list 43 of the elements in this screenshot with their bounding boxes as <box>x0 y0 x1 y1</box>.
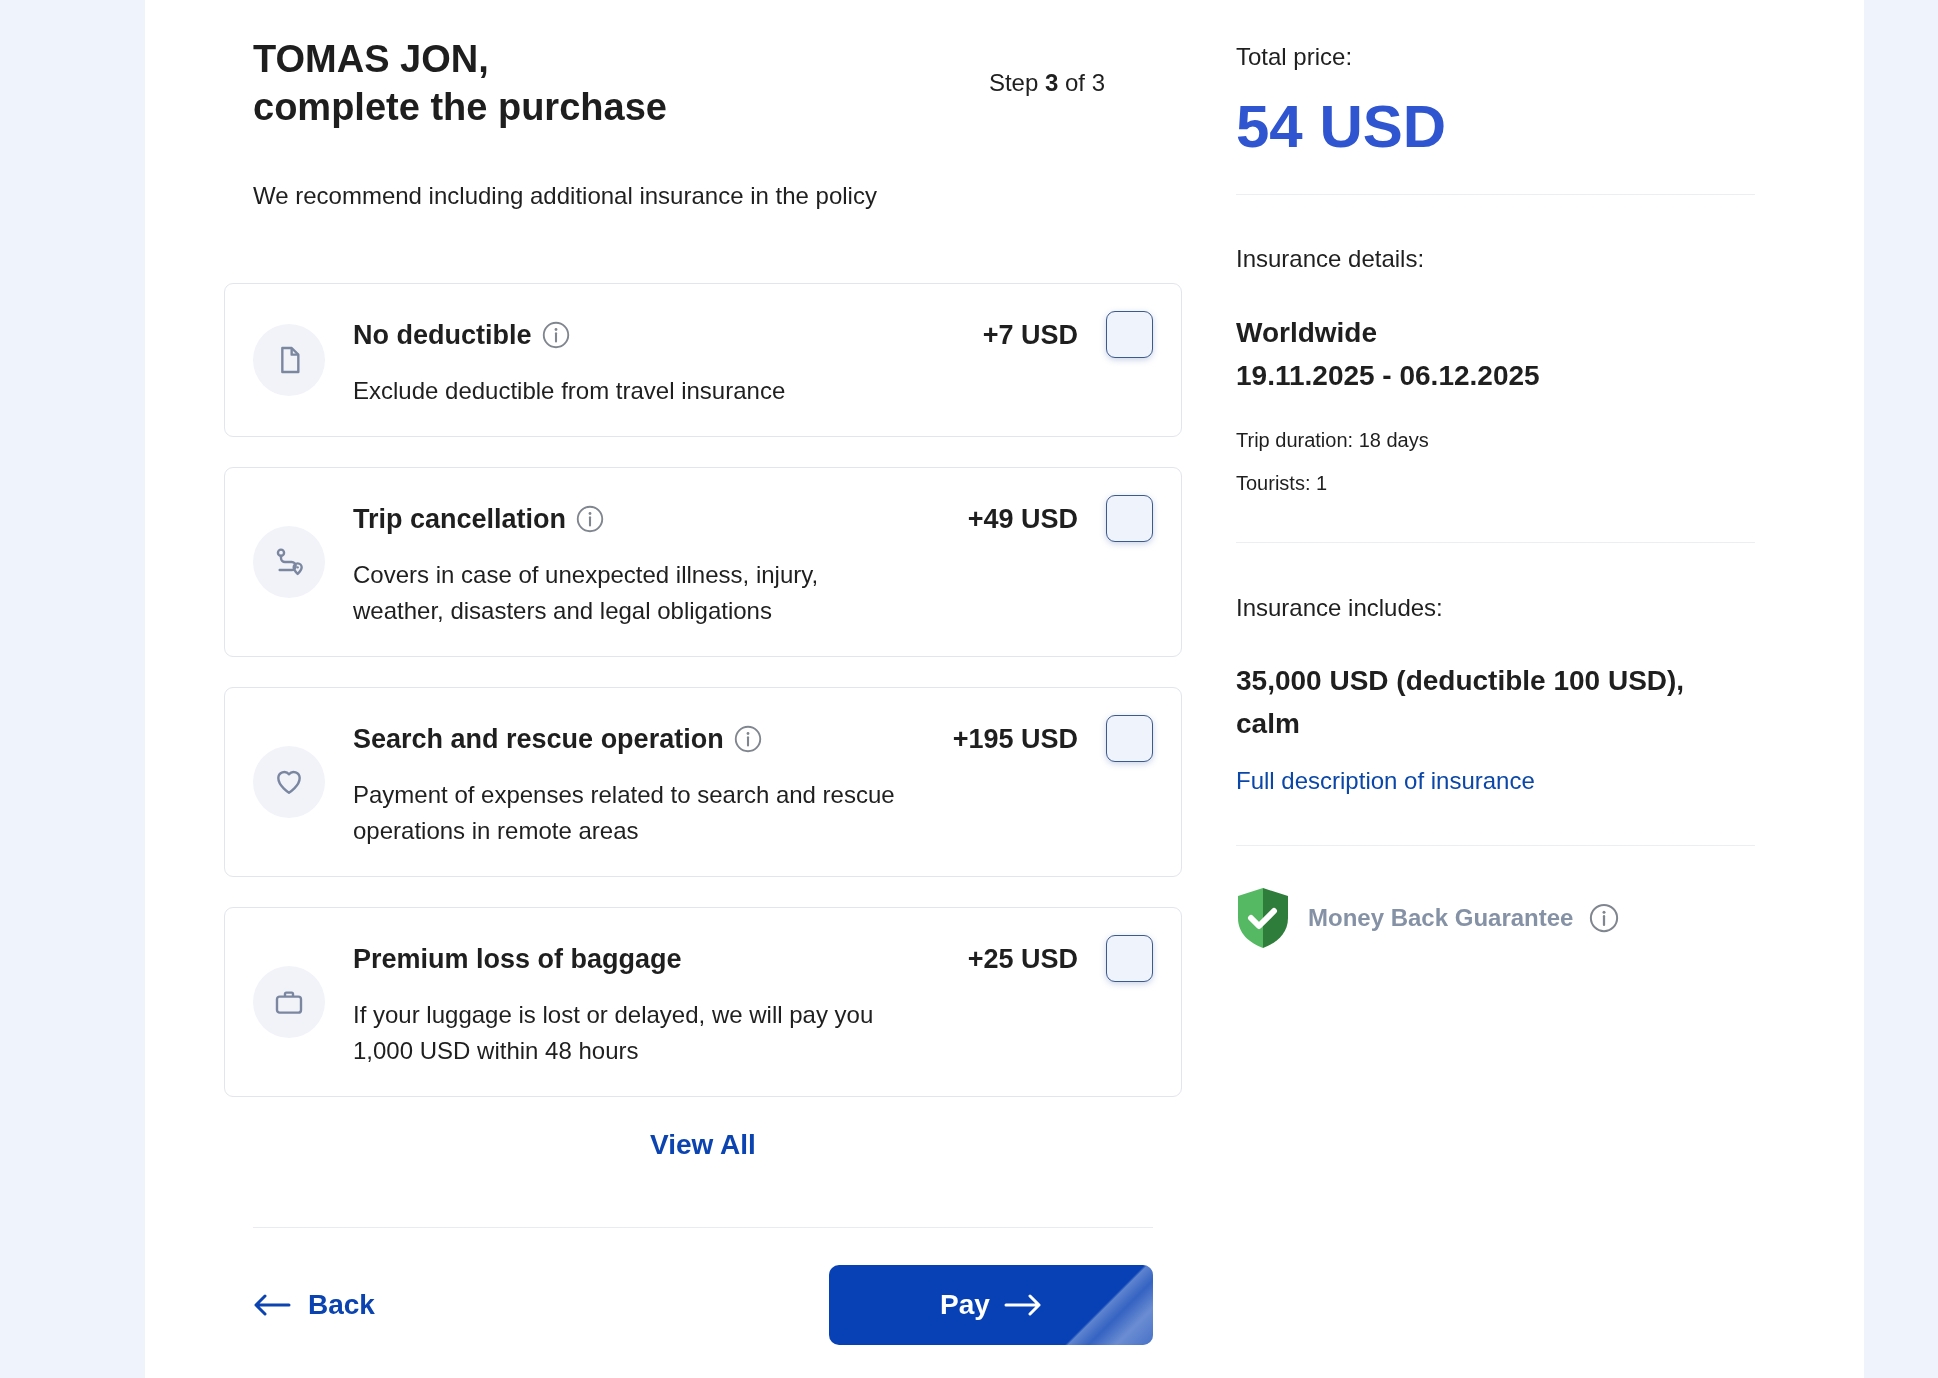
info-icon[interactable] <box>576 504 605 533</box>
trip-fact: Trip duration: 18 days <box>1236 428 1430 453</box>
region-text: Worldwide <box>1236 316 1379 350</box>
option-price: +7 USD <box>982 318 1078 352</box>
arrow-left-icon <box>253 1293 291 1317</box>
option-description: Payment of expenses related to search and rescue operations in remote areas <box>353 780 896 846</box>
option-description: Exclude deductible from travel insurance <box>353 376 787 406</box>
trip-fact: Tourists: 1 <box>1236 471 1329 496</box>
option-title: Search and rescue operation <box>353 722 724 756</box>
pay-button[interactable]: Pay <box>829 1265 1153 1345</box>
view-all-link[interactable]: View All <box>650 1127 756 1163</box>
option-description: If your luggage is lost or delayed, we will pay you 1,000 USD within 48 hours <box>353 1000 875 1066</box>
checkbox[interactable] <box>1106 935 1153 982</box>
details-label: Insurance details: <box>1236 244 1426 274</box>
back-button[interactable]: Back <box>253 1287 375 1323</box>
document-icon <box>253 324 325 396</box>
option-description: Covers in case of unexpected illness, injury, weather, disasters and legal obligations <box>353 560 820 626</box>
option-title: Premium loss of baggage <box>353 942 682 976</box>
option-title: No deductible <box>353 318 532 352</box>
coverage-text: 35,000 USD (deductible 100 USD), calm <box>1236 664 1686 741</box>
subtitle: We recommend including additional insurance in the policy <box>253 181 878 211</box>
briefcase-icon <box>253 966 325 1038</box>
option-title: Trip cancellation <box>353 502 567 536</box>
includes-label: Insurance includes: <box>1236 593 1444 623</box>
checkbox[interactable] <box>1106 311 1153 358</box>
total-label: Total price: <box>1236 42 1354 72</box>
page-title: TOMAS JON, complete the purchase <box>253 37 667 130</box>
step-indicator: Step 3 of 3 <box>988 68 1105 98</box>
info-icon[interactable] <box>541 320 570 349</box>
shield-check-icon <box>1236 887 1290 949</box>
info-icon[interactable] <box>1589 903 1620 933</box>
info-icon[interactable] <box>733 724 762 753</box>
guarantee-label: Money Back Guarantee <box>1308 903 1574 933</box>
option-price: +195 USD <box>952 722 1078 756</box>
total-amount: 54 USD <box>1236 92 1448 162</box>
option-price: +25 USD <box>967 942 1078 976</box>
checkbox[interactable] <box>1106 715 1153 762</box>
arrow-right-icon <box>1003 1293 1042 1317</box>
option-price: +49 USD <box>967 502 1078 536</box>
insurance-link[interactable]: Full description of insurance <box>1236 765 1535 797</box>
route-icon <box>253 526 325 598</box>
checkbox[interactable] <box>1106 495 1153 542</box>
date-range: 19.11.2025 - 06.12.2025 <box>1236 359 1541 393</box>
